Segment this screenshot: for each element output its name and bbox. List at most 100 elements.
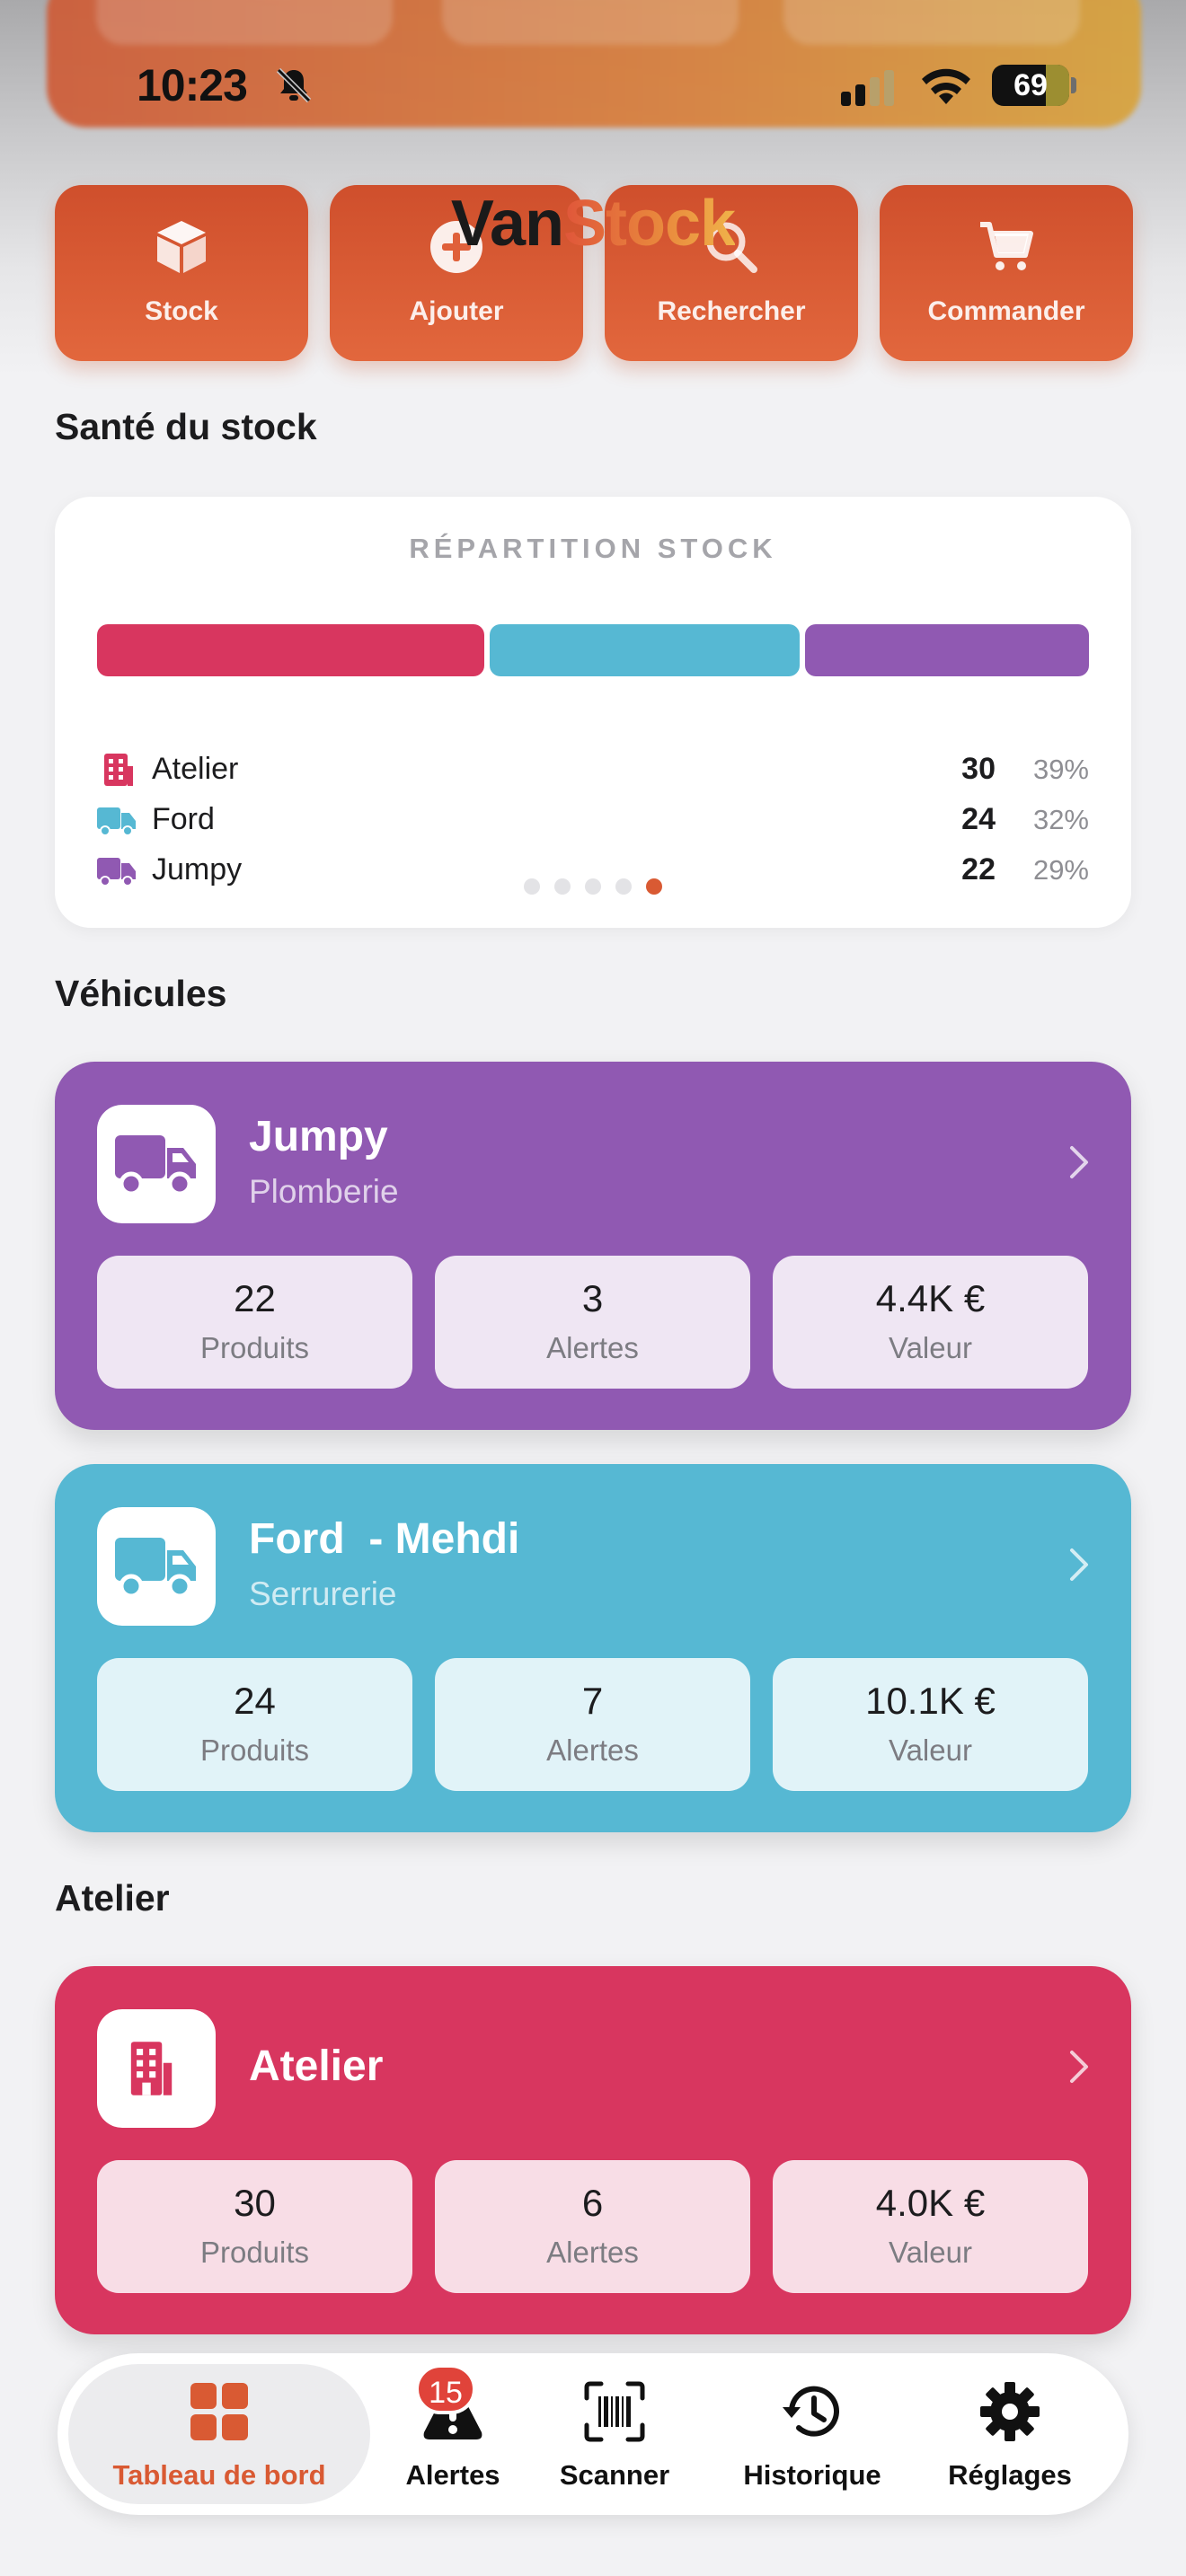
quick-action-order-label: Commander xyxy=(927,296,1085,326)
stat-label: Valeur xyxy=(889,1331,972,1364)
battery-level: 69 xyxy=(1013,68,1048,102)
stat-alerts: 6 Alertes xyxy=(435,2160,750,2293)
stat-label: Alertes xyxy=(546,1734,639,1767)
stat-label: Produits xyxy=(199,1331,310,1364)
chevron-right-icon xyxy=(1070,2051,1088,2083)
stat-value: 24 xyxy=(234,1680,276,1722)
stock-distribution-bar xyxy=(97,624,1089,676)
tab-dashboard[interactable]: Tableau de bord xyxy=(68,2364,370,2504)
page-dot[interactable] xyxy=(524,878,540,895)
tab-label: Historique xyxy=(743,2459,881,2491)
summary-pill-alerts: Alertes xyxy=(442,0,739,45)
stat-label: Alertes xyxy=(546,1331,639,1364)
page-dot[interactable] xyxy=(646,878,662,895)
stat-value: 10.1K € xyxy=(865,1680,996,1722)
page-indicator[interactable] xyxy=(55,878,1131,899)
history-icon xyxy=(783,2386,839,2437)
legend-row-ford: Ford 24 32% xyxy=(97,798,1089,842)
wifi-icon xyxy=(922,68,970,104)
section-title-atelier: Atelier xyxy=(55,1877,170,1919)
status-bar: 10:23 69 xyxy=(0,54,1186,117)
building-icon xyxy=(130,2042,173,2095)
legend-name: Ford xyxy=(152,802,215,836)
stock-segment-atelier xyxy=(97,624,485,676)
bell-slash-icon xyxy=(276,67,312,103)
stat-alerts: 7 Alertes xyxy=(435,1658,750,1791)
vehicle-card-ford[interactable]: Ford - Mehdi Serrurerie 24 Produits 7 Al… xyxy=(55,1464,1131,1832)
summary-pill-products: Produits xyxy=(96,0,393,45)
chevron-right-icon xyxy=(1070,1548,1088,1581)
vehicle-icon-box xyxy=(97,1507,216,1626)
app-title-van: Van xyxy=(450,188,564,260)
chevron-right-icon xyxy=(1070,1146,1088,1178)
stat-value: 30 xyxy=(234,2182,276,2224)
stat-value: 6 xyxy=(581,2182,604,2224)
stat-value: 7 xyxy=(581,1680,604,1722)
vehicle-card-jumpy[interactable]: Jumpy Plomberie 22 Produits 3 Alertes 4.… xyxy=(55,1062,1131,1430)
building-icon xyxy=(104,754,133,786)
stock-distribution-title: RÉPARTITION STOCK xyxy=(409,533,777,564)
stat-label: Valeur xyxy=(889,1734,972,1767)
stock-distribution-card[interactable]: RÉPARTITION STOCK Atelier 30 39% Ford 24… xyxy=(55,497,1131,928)
stock-segment-ford xyxy=(490,624,800,676)
stat-value-total: 4.0K € Valeur xyxy=(773,2160,1088,2293)
stat-alerts: 3 Alertes xyxy=(435,1256,750,1389)
tab-bar: Tableau de bord Alertes Scanner Historiq… xyxy=(58,2353,1128,2515)
status-time: 10:23 xyxy=(137,60,248,110)
tab-label: Scanner xyxy=(559,2459,670,2491)
vehicle-subtitle: Plomberie xyxy=(249,1173,399,1210)
vehicle-name: Jumpy xyxy=(249,1113,388,1160)
workshop-card-atelier[interactable]: Atelier 30 Produits 6 Alertes 4.0K € Val… xyxy=(55,1966,1131,2334)
stat-label: Valeur xyxy=(889,2236,972,2269)
workshop-icon-box xyxy=(97,2009,216,2128)
quick-action-search-label: Rechercher xyxy=(657,296,806,326)
quick-action-add-label: Ajouter xyxy=(409,296,504,326)
battery-indicator: 69 xyxy=(992,65,1069,106)
vehicle-icon-box xyxy=(97,1105,216,1223)
legend-percent: 39% xyxy=(1032,754,1089,785)
stat-value: 4.4K € xyxy=(875,1277,986,1319)
legend-percent: 32% xyxy=(1032,804,1089,835)
legend-name: Atelier xyxy=(152,752,239,786)
app-title: VanStock xyxy=(0,187,1186,260)
app-title-stock: Stock xyxy=(563,188,736,260)
page-dot[interactable] xyxy=(585,878,601,895)
battery-tip xyxy=(1071,77,1076,93)
tab-label: Tableau de bord xyxy=(112,2459,326,2491)
stock-segment-jumpy xyxy=(804,624,1089,676)
stat-value: 3 xyxy=(581,1277,604,1319)
tab-settings[interactable]: Réglages xyxy=(920,2353,1100,2515)
truck-icon xyxy=(97,807,136,836)
vehicle-name: Ford - Mehdi xyxy=(249,1515,520,1563)
vehicle-subtitle: Serrurerie xyxy=(249,1575,397,1612)
truck-icon xyxy=(115,1135,196,1196)
section-title-vehicles: Véhicules xyxy=(55,973,227,1014)
legend-count: 24 xyxy=(961,802,996,836)
page-dot[interactable] xyxy=(554,878,571,895)
stat-value-total: 10.1K € Valeur xyxy=(773,1658,1088,1791)
section-title-health: Santé du stock xyxy=(55,406,317,447)
barcode-scan-icon xyxy=(584,2381,645,2442)
legend-count: 30 xyxy=(961,752,996,786)
truck-icon xyxy=(115,1538,196,1599)
stat-products: 22 Produits xyxy=(97,1256,412,1389)
stat-products: 24 Produits xyxy=(97,1658,412,1791)
grid-icon xyxy=(190,2383,248,2440)
alerts-badge: 15 xyxy=(415,2364,476,2414)
summary-pill-value: Valeur xyxy=(783,0,1080,45)
tab-label: Alertes xyxy=(405,2459,500,2491)
stat-label: Alertes xyxy=(546,2236,639,2269)
stat-label: Produits xyxy=(199,2236,310,2269)
stat-products: 30 Produits xyxy=(97,2160,412,2293)
quick-action-stock-label: Stock xyxy=(145,296,218,326)
legend-row-atelier: Atelier 30 39% xyxy=(97,748,1089,791)
stat-value: 22 xyxy=(234,1277,276,1319)
stat-label: Produits xyxy=(199,1734,310,1767)
gear-icon xyxy=(980,2382,1040,2441)
tab-scanner[interactable]: Scanner xyxy=(543,2353,686,2515)
page-dot[interactable] xyxy=(615,878,632,895)
tab-label: Réglages xyxy=(948,2459,1072,2491)
tab-history[interactable]: Historique xyxy=(722,2353,902,2515)
workshop-name: Atelier xyxy=(249,2042,384,2090)
stat-value: 4.0K € xyxy=(875,2182,986,2224)
